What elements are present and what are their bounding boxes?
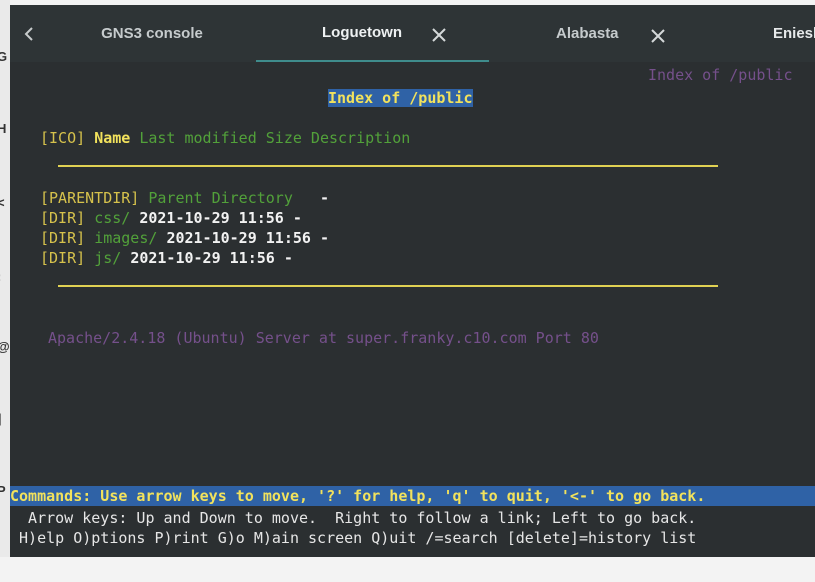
strip-glyph: ] bbox=[0, 412, 1, 425]
left-strip: G H < : @ ] P bbox=[0, 0, 10, 557]
divider bbox=[58, 165, 718, 167]
close-icon[interactable] bbox=[651, 22, 665, 50]
tab-label: GNS3 console bbox=[101, 25, 203, 42]
strip-glyph: < bbox=[0, 195, 5, 210]
console-window: GNS3 console Loguetown Alabasta Eniesl I… bbox=[10, 5, 815, 557]
tab-bar: GNS3 console Loguetown Alabasta Eniesl bbox=[10, 5, 815, 62]
link-css[interactable]: css/ bbox=[94, 209, 130, 227]
listing-row: [DIR] js/ 2021-10-29 11:56 - bbox=[40, 249, 293, 267]
page-title: Index of /public bbox=[328, 89, 473, 107]
strip-glyph: G bbox=[0, 49, 8, 64]
strip-glyph: H bbox=[0, 121, 7, 136]
listing-row: [PARENTDIR] Parent Directory - bbox=[40, 189, 329, 207]
strip-glyph: : bbox=[0, 270, 1, 283]
chevron-left-icon[interactable] bbox=[10, 5, 48, 62]
strip-glyph: P bbox=[0, 483, 6, 498]
listing-row: [DIR] images/ 2021-10-29 11:56 - bbox=[40, 229, 329, 247]
terminal[interactable]: Index of /public Index of /public [ICO] … bbox=[10, 62, 815, 557]
tab-alabasta[interactable]: Alabasta bbox=[489, 5, 704, 62]
help-line: Arrow keys: Up and Down to move. Right t… bbox=[10, 509, 697, 527]
tab-gns3-console[interactable]: GNS3 console bbox=[48, 5, 256, 62]
tab-label: Eniesl bbox=[773, 25, 815, 42]
link-js[interactable]: js/ bbox=[94, 249, 121, 267]
tab-loguetown[interactable]: Loguetown bbox=[256, 5, 489, 62]
link-parent-directory[interactable]: Parent Directory bbox=[148, 189, 293, 207]
help-line: H)elp O)ptions P)rint G)o M)ain screen Q… bbox=[10, 529, 697, 547]
tab-label: Alabasta bbox=[556, 25, 619, 42]
commands-bar: Commands: Use arrow keys to move, '?' fo… bbox=[10, 486, 815, 506]
link-images[interactable]: images/ bbox=[94, 229, 157, 247]
server-signature: Apache/2.4.18 (Ubuntu) Server at super.f… bbox=[48, 329, 599, 347]
tab-eniesl[interactable]: Eniesl bbox=[704, 5, 815, 62]
divider bbox=[58, 285, 718, 287]
strip-glyph: @ bbox=[0, 340, 10, 353]
corner-title: Index of /public bbox=[648, 66, 793, 84]
listing-header: [ICO] Name Last modified Size Descriptio… bbox=[40, 129, 411, 147]
listing-row: [DIR] css/ 2021-10-29 11:56 - bbox=[40, 209, 302, 227]
close-icon[interactable] bbox=[432, 21, 446, 49]
tab-label: Loguetown bbox=[322, 24, 402, 41]
